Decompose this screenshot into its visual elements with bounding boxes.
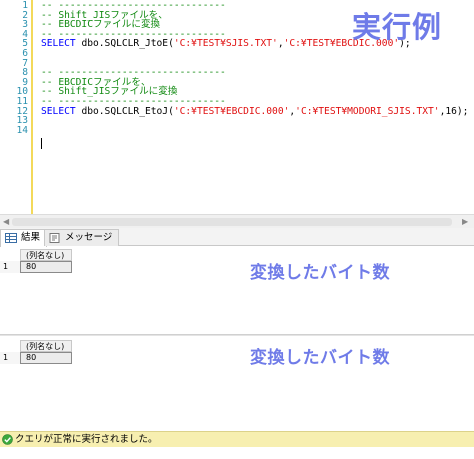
code-token: SELECT — [41, 105, 82, 117]
horizontal-scrollbar[interactable]: ◀ ▶ — [0, 214, 474, 228]
code-token: dbo.SQLCLR_EtoJ( — [81, 105, 174, 117]
row-number[interactable]: 1 — [0, 261, 20, 273]
annotation-label: 変換したバイト数 — [250, 348, 390, 368]
result-cell[interactable]: 80 — [20, 261, 72, 273]
tab-results[interactable]: 結果 — [0, 229, 48, 247]
results-tab-bar: 結果 メッセージ — [0, 228, 474, 247]
code-token: SELECT — [41, 38, 82, 50]
code-token: 'C:¥TEST¥EBCDIC.000' — [173, 105, 290, 117]
column-header[interactable]: (列名なし) — [20, 249, 72, 261]
line-number-gutter: 1 2 3 4 5 6 7 8 9 10 11 12 13 14 — [0, 0, 32, 214]
scroll-right-icon[interactable]: ▶ — [462, 217, 468, 226]
result-grid-2: (列名なし) 1 80 変換したバイト数 — [0, 340, 474, 430]
code-token: 'C:¥TEST¥MODORI_SJIS.TXT' — [295, 105, 440, 117]
message-icon — [49, 233, 60, 243]
bottom-strip — [0, 447, 474, 459]
scrollbar-thumb[interactable] — [12, 218, 452, 226]
tab-messages[interactable]: メッセージ — [44, 229, 120, 246]
column-header[interactable]: (列名なし) — [20, 340, 72, 352]
change-tracking-bar — [31, 0, 33, 214]
scroll-left-icon[interactable]: ◀ — [3, 217, 9, 226]
grid-divider[interactable] — [0, 334, 474, 336]
code-token: ,16); — [439, 105, 469, 117]
overlay-title: 実行例 — [352, 10, 443, 44]
row-number[interactable]: 1 — [0, 352, 20, 364]
tab-messages-label: メッセージ — [65, 232, 113, 243]
result-grid-1: (列名なし) 1 80 変換したバイト数 — [0, 249, 474, 339]
check-circle-icon — [2, 434, 13, 445]
status-text: クエリが正常に実行されました。 — [15, 434, 158, 445]
status-bar: クエリが正常に実行されました。 — [0, 431, 474, 447]
code-token: 'C:¥TEST¥SJIS.TXT' — [173, 38, 278, 50]
line-number: 14 — [16, 124, 28, 136]
code-token: dbo.SQLCLR_JtoE( — [81, 38, 174, 50]
query-editor[interactable]: 1 2 3 4 5 6 7 8 9 10 11 12 13 14 -- -----------------… — [0, 0, 474, 214]
result-cell[interactable]: 80 — [20, 352, 72, 364]
tab-results-label: 結果 — [21, 232, 41, 243]
code-line[interactable]: SELECT dbo.SQLCLR_EtoJ('C:¥TEST¥EBCDIC.0… — [41, 105, 469, 117]
text-cursor — [41, 138, 42, 149]
grid-icon — [5, 233, 17, 243]
annotation-label: 変換したバイト数 — [250, 263, 390, 283]
